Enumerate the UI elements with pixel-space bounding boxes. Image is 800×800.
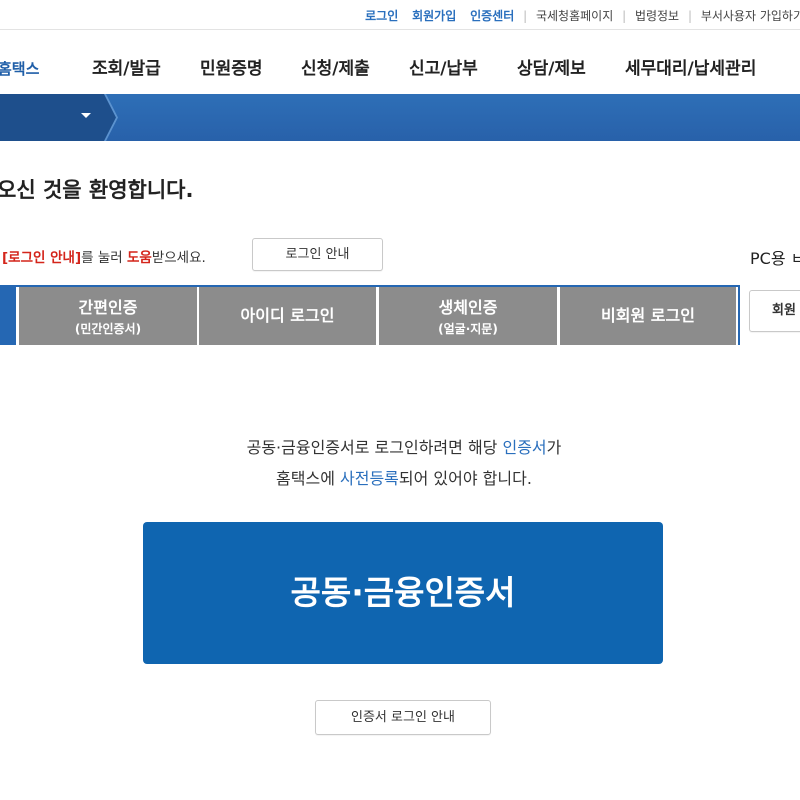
login-help-text: [로그인 안내]를 눌러 도움받으세요. (2, 246, 206, 266)
tab-sublabel: (얼굴·지문) (438, 322, 498, 336)
cert-info-text: 공동·금융인증서로 로그인하려면 해당 인증서가 홈택스에 사전등록되어 있어야… (0, 432, 800, 494)
utility-links: 로그인 회원가입 인증센터 | 국세청홈페이지 | 법령정보 | 부서사용자 가… (365, 7, 800, 24)
nav-item-inquiry[interactable]: 조회/발급 (92, 54, 161, 79)
tab-id-login[interactable]: 아이디 로그인 (199, 287, 376, 345)
law-info-link[interactable]: 법령정보 (635, 9, 679, 23)
cert-login-guide-button[interactable]: 인증서 로그인 안내 (315, 700, 491, 735)
sub-nav-band (0, 94, 800, 141)
nav-item-civil-cert[interactable]: 민원증명 (200, 54, 263, 79)
login-guide-emphasis: [로그인 안내] (2, 250, 82, 266)
cert-center-link[interactable]: 인증센터 (470, 9, 514, 23)
help-emphasis: 도움 (126, 250, 152, 266)
info-text: 공동·금융인증서로 로그인하려면 해당 (246, 438, 503, 457)
dept-user-link[interactable]: 부서사용자 가입하기 (701, 9, 800, 23)
divider: | (687, 9, 692, 23)
tabs-right-border (738, 285, 740, 345)
welcome-heading: 오신 것을 환영합니다. (0, 178, 194, 202)
info-highlight-register: 사전등록 (340, 469, 399, 488)
breadcrumb-dropdown[interactable] (0, 94, 118, 141)
main-nav: 홈택스 조회/발급 민원증명 신청/제출 신고/납부 상담/제보 세무대리/납세… (0, 30, 800, 94)
tab-label: 생체인증 (438, 298, 498, 317)
tab-non-member[interactable]: 비회원 로그인 (560, 287, 736, 345)
info-line-2: 홈택스에 사전등록되어 있어야 합니다. (0, 463, 800, 494)
info-text: 홈택스에 (276, 469, 341, 488)
tab-label: 아이디 로그인 (240, 306, 335, 325)
nav-item-tax-agent[interactable]: 세무대리/납세관리 (625, 54, 756, 79)
pc-version-label: PC용 ㅂ (750, 249, 800, 268)
tab-biometric[interactable]: 생체인증 (얼굴·지문) (379, 287, 557, 345)
info-line-1: 공동·금융인증서로 로그인하려면 해당 인증서가 (0, 432, 800, 463)
certificate-login-button[interactable]: 공동·금융인증서 (143, 522, 663, 664)
tab-certificate-active[interactable] (0, 287, 16, 345)
signup-link[interactable]: 회원가입 (412, 9, 456, 23)
tab-sublabel: (민간인증서) (74, 322, 142, 336)
login-guide-button[interactable]: 로그인 안내 (252, 238, 383, 271)
info-text: 되어 있어야 합니다. (398, 469, 532, 488)
logo-text[interactable]: 홈택스 (0, 58, 39, 79)
info-highlight-cert: 인증서 (502, 438, 547, 457)
nts-home-link[interactable]: 국세청홈페이지 (536, 9, 613, 23)
nav-item-apply[interactable]: 신청/제출 (301, 54, 370, 79)
divider: | (523, 9, 528, 23)
utility-bar: 로그인 회원가입 인증센터 | 국세청홈페이지 | 법령정보 | 부서사용자 가… (0, 0, 800, 30)
help-text-part: 를 눌러 (81, 250, 127, 266)
tab-label: 간편인증 (78, 298, 138, 317)
chevron-down-icon[interactable] (81, 113, 91, 118)
help-text-part: 받으세요. (151, 250, 206, 266)
nav-item-report-pay[interactable]: 신고/납부 (409, 54, 478, 79)
divider: | (622, 9, 627, 23)
tab-simple-auth[interactable]: 간편인증 (민간인증서) (19, 287, 197, 345)
nav-item-consult[interactable]: 상담/제보 (517, 54, 586, 79)
login-link[interactable]: 로그인 (365, 9, 398, 23)
member-button[interactable]: 회원 (749, 290, 800, 332)
info-text: 가 (546, 438, 562, 457)
tab-label: 비회원 로그인 (601, 306, 695, 325)
